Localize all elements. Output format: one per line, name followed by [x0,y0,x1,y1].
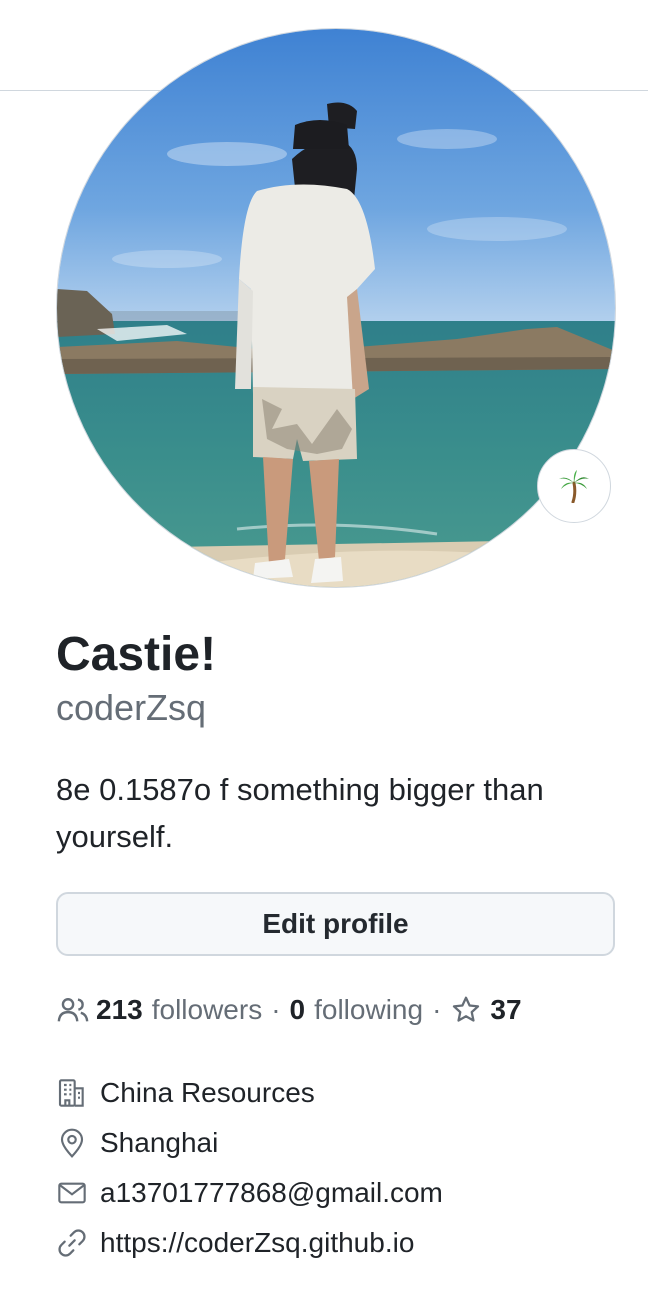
palm-tree-icon [559,470,589,503]
mail-icon [56,1177,88,1209]
star-icon [453,996,480,1022]
stats-separator: · [271,994,281,1025]
profile-bio: 8e 0.1587o f something bigger than yours… [56,772,544,854]
link-icon [56,1227,88,1259]
profile-name: Castie! [56,628,217,681]
followers-label: followers [151,994,263,1025]
location-pin-icon [56,1127,88,1159]
company-name: China Resources [100,1077,315,1108]
avatar-photo [57,29,615,587]
followers-count: 213 [96,994,143,1025]
profile-details: China Resources Shanghai a13701777868@gm… [56,1068,443,1268]
status-badge[interactable] [537,449,611,523]
followers-link[interactable]: 213 followers [56,993,262,1027]
profile-username: coderZsq [56,687,207,728]
website-item: https://coderZsq.github.io [56,1218,443,1268]
stars-link[interactable]: 37 [450,994,522,1026]
location-text: Shanghai [100,1127,219,1158]
following-label: following [314,994,424,1025]
following-link[interactable]: 0 following [290,994,424,1026]
website-link[interactable]: https://coderZsq.github.io [100,1227,414,1259]
location-item: Shanghai [56,1118,443,1168]
edit-profile-button[interactable]: Edit profile [56,892,615,956]
stats-separator: · [432,994,442,1025]
following-count: 0 [289,994,306,1025]
people-icon [57,998,89,1022]
profile-page: Castie! coderZsq 8e 0.1587o f something … [0,0,648,1290]
follow-stats: 213 followers · 0 following · 37 [56,990,522,1030]
stars-count: 37 [490,994,522,1025]
email-link[interactable]: a13701777868@gmail.com [100,1177,443,1209]
avatar[interactable] [57,29,615,587]
email-item: a13701777868@gmail.com [56,1168,443,1218]
company-item: China Resources [56,1068,443,1118]
organization-icon [56,1077,88,1109]
